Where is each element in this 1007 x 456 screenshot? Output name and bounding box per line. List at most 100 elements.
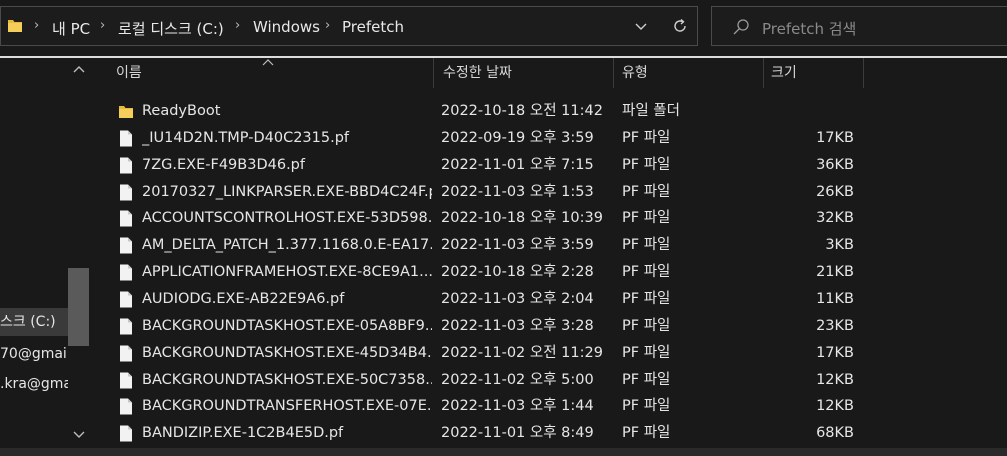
file-row[interactable]: AM_DELTA_PATCH_1.377.1168.0.E-EA17... 202… [90, 232, 1007, 258]
refresh-icon[interactable] [670, 16, 690, 36]
file-row[interactable]: APPLICATIONFRAMEHOST.EXE-8CE9A1... 2022-1… [90, 259, 1007, 285]
file-row[interactable]: 20170327_LINKPARSER.EXE-BBD4C24F.pf 2022-… [90, 179, 1007, 205]
folder-icon [8, 20, 22, 32]
column-divider[interactable] [763, 58, 764, 88]
file-date: 2022-11-03 오후 3:28 [441, 317, 594, 334]
chevron-right-icon[interactable]: › [325, 18, 330, 33]
file-icon [120, 398, 132, 415]
file-date: 2022-11-03 오후 3:59 [441, 237, 594, 254]
file-date: 2022-11-03 오후 1:44 [441, 398, 594, 415]
nav-scrollbar[interactable] [68, 58, 90, 456]
nav-item-account-1[interactable]: 70@gmail [0, 340, 68, 368]
file-name: BANDIZIP.EXE-1C2B4E5D.pf [142, 425, 344, 442]
horizontal-scrollbar[interactable] [0, 448, 1007, 456]
column-header-date[interactable]: 수정한 날짜 [443, 58, 512, 88]
search-box[interactable]: Prefetch 검색 [711, 6, 1007, 46]
breadcrumb-windows[interactable]: Windows [253, 18, 320, 36]
file-row[interactable]: BACKGROUNDTRANSFERHOST.EXE-07E... 2022-11… [90, 393, 1007, 419]
file-type: PF 파일 [622, 371, 671, 388]
file-row[interactable]: ReadyBoot 2022-10-18 오전 11:42 파일 폴더 [90, 98, 1007, 124]
nav-item-account-2[interactable]: .kra@gma [0, 370, 68, 398]
chevron-right-icon[interactable]: › [34, 18, 39, 33]
file-date: 2022-10-18 오후 2:28 [441, 264, 594, 281]
file-name: 20170327_LINKPARSER.EXE-BBD4C24F.pf [142, 183, 432, 200]
chevron-down-icon[interactable] [633, 18, 649, 34]
column-header-type[interactable]: 유형 [622, 58, 648, 88]
column-divider[interactable] [863, 58, 864, 88]
file-date: 2022-11-03 오후 1:53 [441, 183, 594, 200]
file-size: 68KB [816, 425, 854, 442]
nav-scrollbar-thumb[interactable] [68, 268, 89, 346]
file-name: ReadyBoot [142, 103, 221, 119]
file-row[interactable]: BACKGROUNDTASKHOST.EXE-05A8BF9... 2022-11… [90, 313, 1007, 339]
address-bar-area: › 내 PC › 로컬 디스크 (C:) › Windows › Prefetc… [0, 0, 1007, 56]
file-icon [120, 425, 132, 442]
file-name: _IU14D2N.TMP-D40C2315.pf [142, 129, 350, 146]
file-date: 2022-11-02 오후 5:00 [441, 371, 594, 388]
file-row[interactable]: BANDIZIP.EXE-1C2B4E5D.pf 2022-11-01 오후 8:… [90, 420, 1007, 446]
file-type: 파일 폴더 [622, 103, 680, 119]
column-header-name[interactable]: 이름 [116, 58, 142, 88]
file-size: 17KB [816, 344, 854, 361]
scroll-up-icon[interactable] [72, 64, 86, 74]
file-name: BACKGROUNDTASKHOST.EXE-05A8BF9... [142, 317, 432, 334]
file-size [770, 98, 854, 124]
nav-item-local-disk[interactable]: 스크 (C:) [0, 308, 68, 336]
file-type: PF 파일 [622, 344, 671, 361]
file-icon [120, 157, 132, 174]
column-header-size[interactable]: 크기 [771, 58, 797, 88]
breadcrumb-this-pc[interactable]: 내 PC [52, 18, 90, 39]
file-row[interactable]: ACCOUNTSCONTROLHOST.EXE-53D598... 2022-10… [90, 205, 1007, 231]
file-size: 32KB [816, 210, 854, 227]
file-date: 2022-09-19 오후 3:59 [441, 129, 594, 146]
file-size: 12KB [816, 398, 854, 415]
breadcrumb-prefetch[interactable]: Prefetch [342, 18, 404, 36]
chevron-right-icon[interactable]: › [235, 18, 240, 33]
chevron-right-icon[interactable]: › [100, 18, 105, 33]
file-type: PF 파일 [622, 317, 671, 334]
file-type: PF 파일 [622, 129, 671, 146]
file-date: 2022-10-18 오후 10:39 [441, 210, 603, 227]
search-input[interactable]: Prefetch 검색 [762, 18, 856, 39]
file-type: PF 파일 [622, 425, 671, 442]
file-date: 2022-10-18 오전 11:42 [441, 103, 603, 119]
file-size: 36KB [816, 156, 854, 173]
file-icon [120, 345, 132, 362]
file-type: PF 파일 [622, 210, 671, 227]
file-name: AM_DELTA_PATCH_1.377.1168.0.E-EA17... [142, 237, 432, 254]
file-type: PF 파일 [622, 183, 671, 200]
file-list: 이름 수정한 날짜 유형 크기 ReadyBoot 2022-10-18 오전 1… [90, 58, 1007, 456]
file-row[interactable]: _IU14D2N.TMP-D40C2315.pf 2022-09-19 오후 3:… [90, 125, 1007, 151]
file-date: 2022-11-03 오후 2:04 [441, 290, 594, 307]
file-row[interactable]: 7ZG.EXE-F49B3D46.pf 2022-11-01 오후 7:15 PF … [90, 152, 1007, 178]
file-icon [120, 210, 132, 227]
file-icon [120, 130, 132, 147]
file-name: ACCOUNTSCONTROLHOST.EXE-53D598... [142, 210, 432, 227]
scroll-down-icon[interactable] [72, 430, 86, 440]
breadcrumb-local-disk[interactable]: 로컬 디스크 (C:) [118, 18, 224, 39]
file-date: 2022-11-01 오후 8:49 [441, 425, 594, 442]
file-type: PF 파일 [622, 290, 671, 307]
file-name: APPLICATIONFRAMEHOST.EXE-8CE9A1... [142, 264, 432, 281]
file-row[interactable]: BACKGROUNDTASKHOST.EXE-45D34B4... 2022-11… [90, 340, 1007, 366]
file-name: BACKGROUNDTASKHOST.EXE-50C7358... [142, 371, 432, 388]
column-divider[interactable] [613, 58, 614, 88]
file-icon [120, 318, 132, 335]
file-type: PF 파일 [622, 398, 671, 415]
file-size: 3KB [825, 237, 854, 254]
address-bar[interactable]: › 내 PC › 로컬 디스크 (C:) › Windows › Prefetc… [0, 6, 698, 46]
file-size: 11KB [816, 290, 854, 307]
file-date: 2022-11-01 오후 7:15 [441, 156, 594, 173]
folder-icon [119, 106, 133, 118]
file-row[interactable]: AUDIODG.EXE-AB22E9A6.pf 2022-11-03 오후 2:0… [90, 286, 1007, 312]
file-icon [120, 237, 132, 254]
file-icon [120, 184, 132, 201]
file-row[interactable]: BACKGROUNDTASKHOST.EXE-50C7358... 2022-11… [90, 367, 1007, 393]
search-icon [733, 19, 749, 35]
file-size: 21KB [816, 264, 854, 281]
column-divider[interactable] [433, 58, 434, 88]
navigation-pane: 스크 (C:) 70@gmail .kra@gma [0, 58, 90, 456]
file-date: 2022-11-02 오전 11:29 [441, 344, 603, 361]
file-type: PF 파일 [622, 264, 671, 281]
file-name: 7ZG.EXE-F49B3D46.pf [142, 156, 305, 173]
